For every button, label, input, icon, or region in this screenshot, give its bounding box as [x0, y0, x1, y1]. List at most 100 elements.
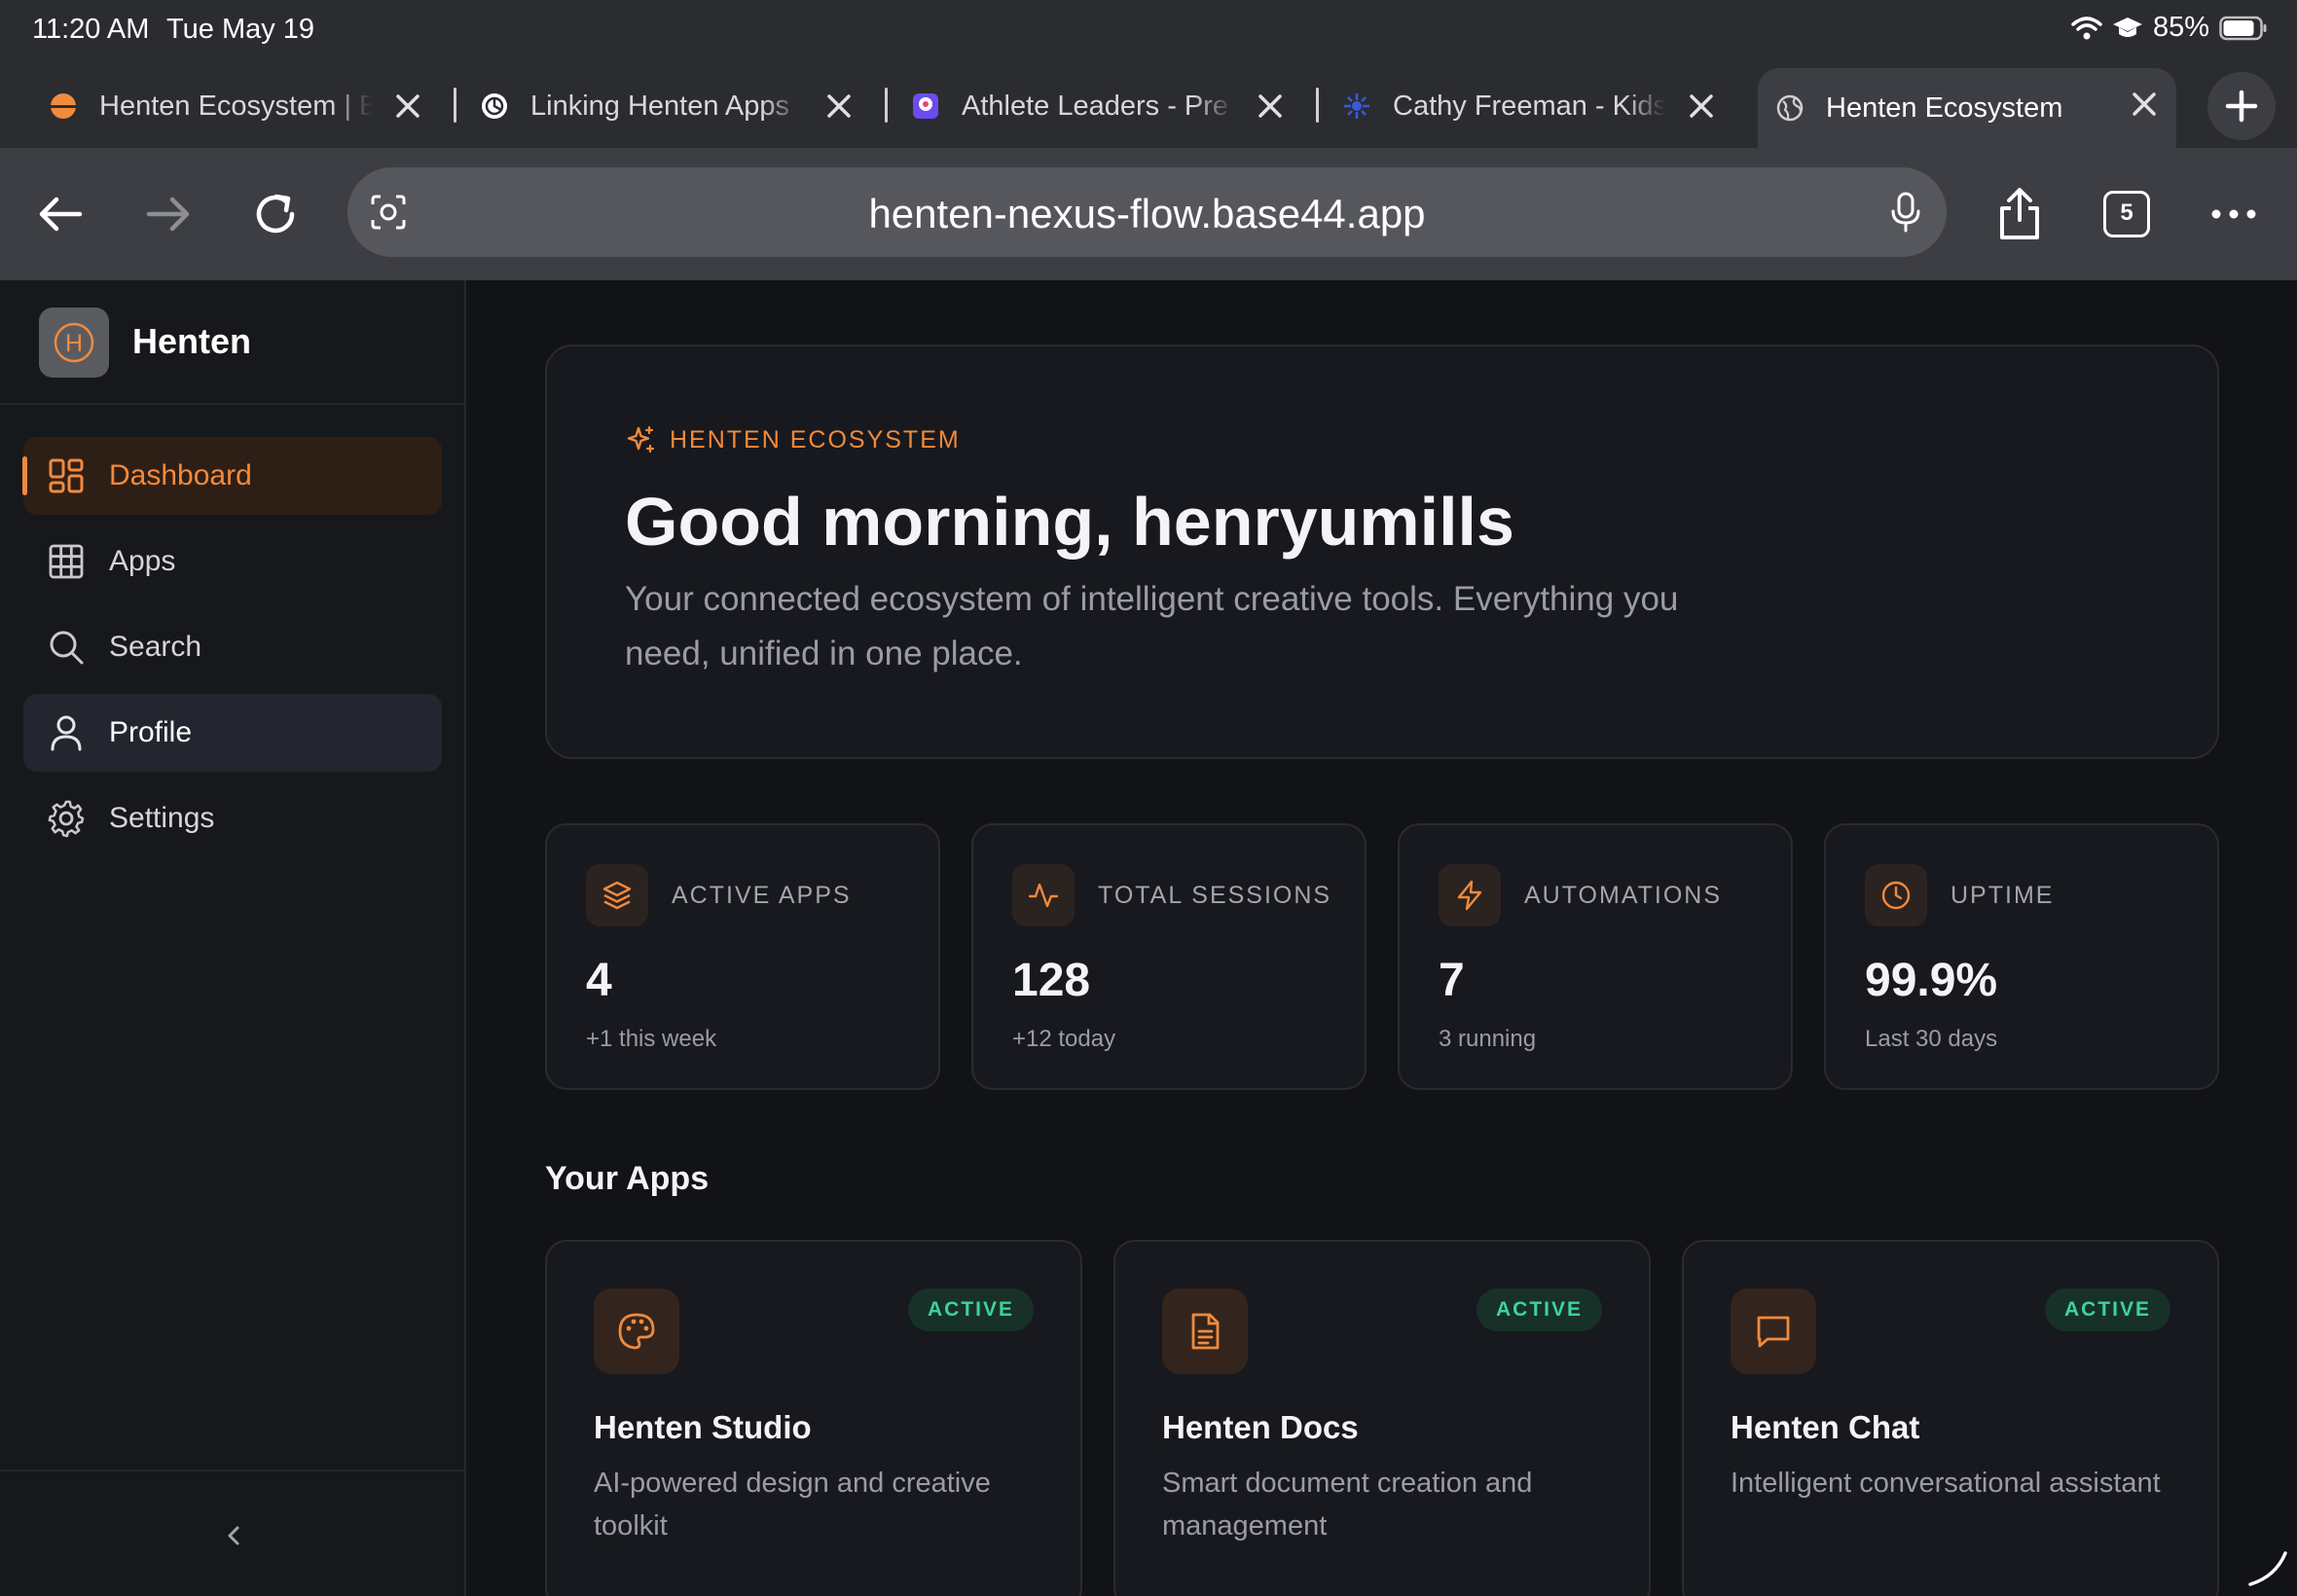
stat-icon-box — [586, 864, 648, 926]
henten-favicon-icon — [51, 93, 76, 119]
status-badge: ACTIVE — [907, 1288, 1034, 1331]
browser-toolbar: henten-nexus-flow.base44.app 5 — [0, 148, 2297, 280]
close-icon[interactable] — [1687, 91, 1716, 121]
brand-name: Henten — [132, 321, 252, 361]
tab-separator — [1316, 88, 1319, 123]
grid-icon — [49, 544, 84, 579]
stat-card-automations: AUTOMATIONS 7 3 running — [1398, 823, 1793, 1090]
stat-card-uptime: UPTIME 99.9% Last 30 days — [1824, 823, 2219, 1090]
dashboard-icon — [49, 458, 84, 493]
tab-cathy-freeman[interactable]: Cathy Freeman - Kids — [1325, 70, 1733, 142]
back-arrow-icon[interactable] — [31, 185, 90, 243]
main-content: HENTEN ECOSYSTEM Good morning, henryumil… — [466, 280, 2297, 1596]
openai-favicon-icon — [482, 93, 507, 119]
app-card-henten-studio[interactable]: ACTIVE Henten Studio AI-powered design a… — [545, 1240, 1082, 1596]
stat-note: 3 running — [1439, 1026, 1537, 1052]
sidebar-item-label: Dashboard — [109, 459, 252, 491]
share-icon[interactable] — [1990, 185, 2049, 243]
tab-label: Linking Henten Apps — [530, 90, 790, 122]
stat-icon-box — [1012, 864, 1075, 926]
tab-linking-henten-apps[interactable]: Linking Henten Apps — [462, 70, 871, 142]
stat-value: 99.9% — [1865, 955, 1998, 1006]
globe-icon — [1776, 94, 1804, 122]
forward-arrow-icon[interactable] — [139, 185, 198, 243]
tab-overview-button[interactable]: 5 — [2103, 191, 2150, 237]
stat-label: ACTIVE APPS — [672, 882, 852, 909]
henten-logo-icon: H — [54, 322, 94, 363]
reload-icon[interactable] — [247, 185, 306, 243]
sidebar-item-profile[interactable]: Profile — [23, 694, 442, 772]
brand-header: H Henten — [0, 280, 464, 405]
document-icon — [1191, 1313, 1220, 1350]
chat-icon — [1757, 1316, 1790, 1348]
athlete-favicon-icon — [913, 93, 938, 119]
activity-icon — [1028, 883, 1059, 908]
tab-henten-ecosystem-b[interactable]: Henten Ecosystem | B — [31, 70, 440, 142]
kids-favicon-icon — [1344, 93, 1369, 119]
brand-initial: H — [65, 330, 83, 357]
app-description: AI-powered design and creative toolkit — [594, 1468, 991, 1542]
app-card-henten-docs[interactable]: ACTIVE Henten Docs Smart document creati… — [1113, 1240, 1651, 1596]
greeting-title: Good morning, henryumills — [625, 484, 1514, 560]
wifi-icon — [2071, 16, 2102, 39]
stat-label: AUTOMATIONS — [1524, 882, 1723, 909]
sidebar-item-label: Search — [109, 631, 202, 663]
tab-henten-ecosystem-active[interactable]: Henten Ecosystem — [1758, 68, 2176, 148]
battery-icon — [2219, 16, 2267, 40]
close-icon[interactable] — [1256, 91, 1285, 121]
palette-icon — [618, 1313, 655, 1350]
address-bar[interactable]: henten-nexus-flow.base44.app — [347, 167, 1947, 257]
gear-icon — [48, 800, 85, 838]
user-icon — [51, 715, 82, 751]
status-badge: ACTIVE — [2044, 1288, 2170, 1331]
greeting-subtitle: Your connected ecosystem of intelligent … — [625, 580, 1679, 672]
sidebar-item-settings[interactable]: Settings — [23, 780, 442, 857]
tab-label: Henten Ecosystem | B — [99, 90, 372, 122]
sidebar-item-apps[interactable]: Apps — [23, 523, 442, 600]
app-card-henten-chat[interactable]: ACTIVE Henten Chat Intelligent conversat… — [1682, 1240, 2219, 1596]
sidebar-item-search[interactable]: Search — [23, 608, 442, 686]
zap-icon — [1457, 880, 1482, 911]
url-text: henten-nexus-flow.base44.app — [868, 191, 1426, 236]
app-name: Henten Chat — [1731, 1409, 1920, 1445]
microphone-icon[interactable] — [1886, 191, 1925, 234]
brand-logo[interactable]: H — [39, 308, 109, 378]
graduation-cap-icon — [2112, 17, 2142, 37]
chevron-left-icon[interactable] — [216, 1518, 251, 1553]
active-indicator — [22, 456, 27, 495]
app-name: Henten Studio — [594, 1409, 812, 1445]
stat-note: +12 today — [1012, 1026, 1116, 1052]
tab-strip: Henten Ecosystem | B Linking Henten Apps… — [0, 64, 2297, 148]
tab-separator — [454, 88, 456, 123]
close-icon[interactable] — [824, 91, 854, 121]
tab-separator — [885, 88, 888, 123]
stat-card-total-sessions: TOTAL SESSIONS 128 +12 today — [971, 823, 1367, 1090]
close-icon[interactable] — [393, 91, 422, 121]
stat-label: TOTAL SESSIONS — [1098, 882, 1332, 909]
stat-note: +1 this week — [586, 1026, 717, 1052]
stat-value: 7 — [1439, 955, 1465, 1006]
more-options-icon[interactable] — [2205, 185, 2263, 243]
app-description: Smart document creation and management — [1162, 1468, 1533, 1542]
tab-label: Henten Ecosystem — [1826, 91, 2063, 124]
sidebar-item-label: Apps — [109, 545, 176, 577]
tab-athlete-leaders[interactable]: Athlete Leaders - Pre — [893, 70, 1302, 142]
tab-label: Athlete Leaders - Pre — [962, 90, 1229, 122]
window-resize-grip-icon[interactable] — [2242, 1547, 2289, 1586]
battery-percent: 85% — [2152, 12, 2209, 43]
status-bar: 11:20 AM Tue May 19 85% — [0, 0, 2297, 64]
close-icon[interactable] — [2130, 90, 2159, 119]
clock-icon — [1881, 881, 1911, 910]
eyebrow-text: HENTEN ECOSYSTEM — [670, 425, 961, 453]
sidebar-item-dashboard[interactable]: Dashboard — [22, 437, 442, 515]
status-time: 11:20 AM — [32, 14, 150, 45]
app-icon-box — [1162, 1288, 1248, 1374]
app-description: Intelligent conversational assistant — [1731, 1468, 2161, 1499]
search-icon — [50, 631, 84, 665]
plus-icon — [2225, 90, 2258, 123]
status-badge: ACTIVE — [1476, 1288, 1602, 1331]
stat-value: 128 — [1012, 955, 1091, 1006]
eyebrow: HENTEN ECOSYSTEM — [625, 424, 961, 455]
new-tab-button[interactable] — [2207, 72, 2276, 140]
sparkles-icon — [627, 425, 655, 453]
